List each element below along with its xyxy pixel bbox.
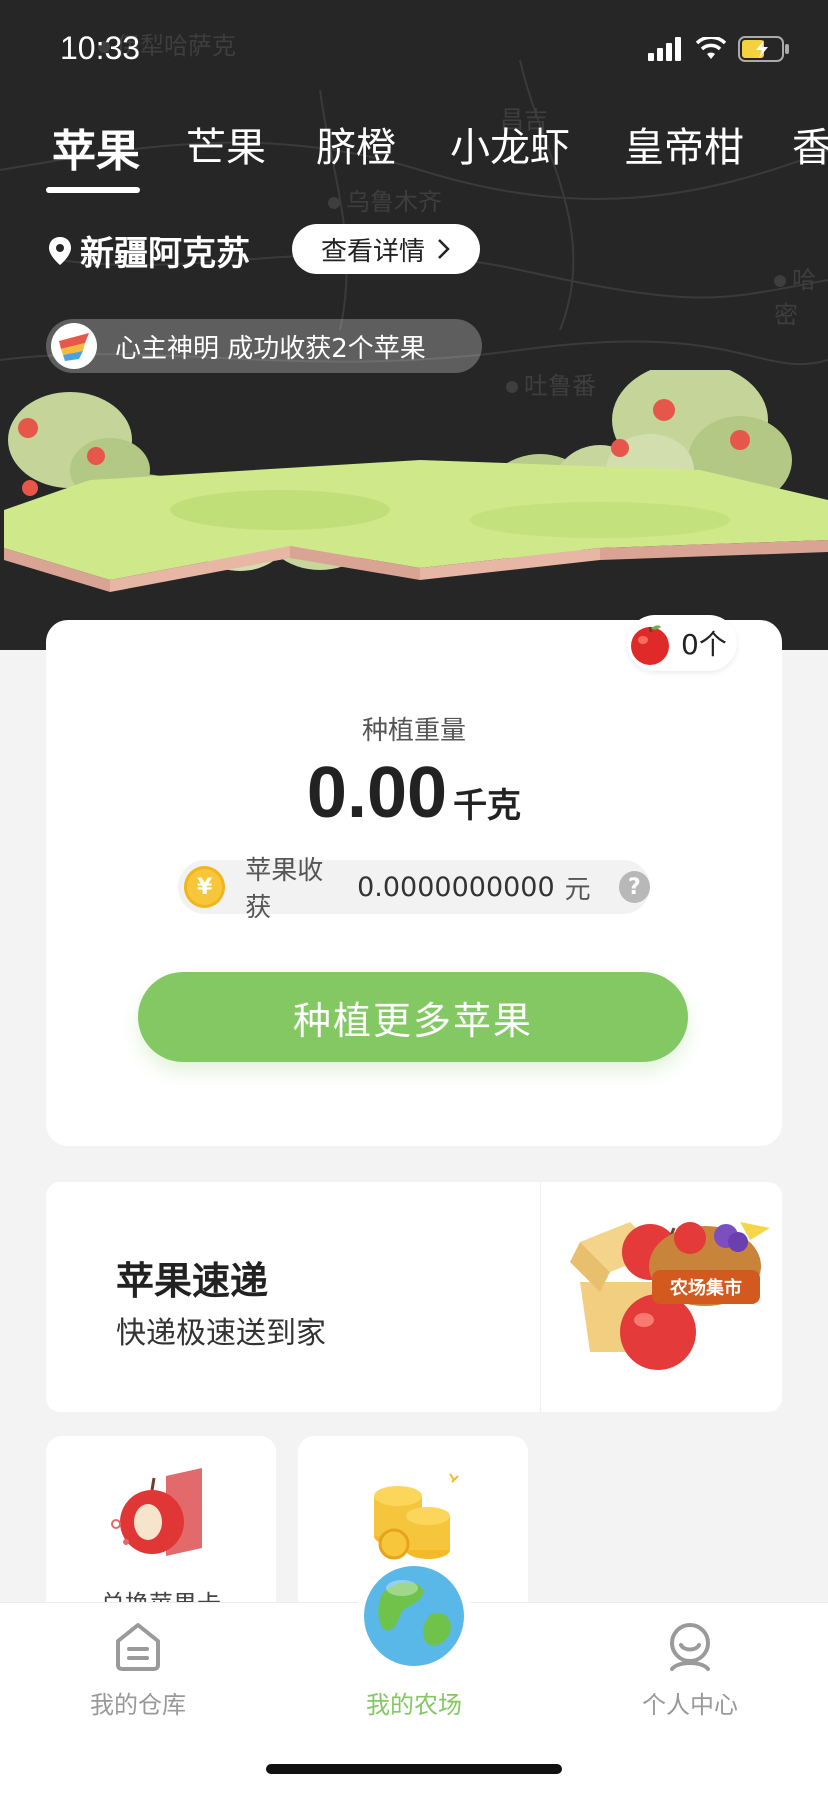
wifi-icon xyxy=(696,37,726,59)
apple-count-badge: 0个 xyxy=(627,615,737,671)
location-pin-icon xyxy=(49,236,71,265)
express-info: 苹果速递 快递极速送到家 xyxy=(46,1182,541,1412)
apple-count-text: 0个 xyxy=(681,628,727,661)
income-row: ¥ 苹果收获 0.0000000000 元 ? xyxy=(178,856,650,923)
category-tabs: 苹果 芒果 脐橙 小龙虾 皇帝柑 香 xyxy=(0,115,828,195)
view-details-label: 查看详情 xyxy=(320,236,425,267)
tab-mango[interactable]: 芒果 xyxy=(186,115,266,173)
globe-icon[interactable] xyxy=(356,1558,472,1674)
weight-label: 种植重量 xyxy=(361,716,466,746)
nav-profile-label: 个人中心 xyxy=(642,1691,738,1719)
farm-market-badge: 农场集市 xyxy=(669,1277,742,1299)
user-icon xyxy=(670,1623,710,1671)
nav-my-farm-label: 我的农场 xyxy=(366,1691,462,1719)
apple-box-icon: 农场集市 xyxy=(570,1222,770,1370)
plant-more-button[interactable]: 种植更多苹果 xyxy=(138,972,688,1062)
status-time: 10:33 xyxy=(60,30,141,66)
tab-emperor-tangerine[interactable]: 皇帝柑 xyxy=(624,115,744,173)
weight-display: 0.00 千克 xyxy=(0,752,828,834)
location-name: 新疆阿克苏 xyxy=(80,234,250,274)
avatar-logo-icon xyxy=(59,333,89,361)
tab-apple[interactable]: 苹果 xyxy=(52,115,140,179)
income-value: 0.0000000000 xyxy=(357,871,555,903)
warehouse-icon xyxy=(116,1623,160,1671)
income-label: 苹果收获 xyxy=(245,856,324,923)
status-icons xyxy=(648,36,790,62)
express-title: 苹果速递 xyxy=(116,1259,269,1303)
income-unit: 元 xyxy=(564,874,591,905)
home-indicator xyxy=(266,1764,562,1774)
battery-icon xyxy=(738,36,789,62)
map-label: 哈密 xyxy=(774,266,816,329)
status-bar: 10:33 xyxy=(0,0,828,96)
harvest-notice: 心主神明 成功收获2个苹果 xyxy=(46,319,482,373)
express-subtitle: 快递极速送到家 xyxy=(116,1316,326,1351)
active-tab-indicator xyxy=(46,187,140,193)
notice-text: 心主神明 成功收获2个苹果 xyxy=(115,333,426,364)
nav-my-warehouse-label: 我的仓库 xyxy=(90,1691,186,1719)
weight-value: 0.00 xyxy=(306,753,448,833)
cellular-signal-icon xyxy=(648,37,681,61)
tab-navel-orange[interactable]: 脐橙 xyxy=(316,115,396,173)
avatar xyxy=(51,323,97,369)
weight-unit: 千克 xyxy=(453,786,522,826)
chevron-right-icon xyxy=(438,239,450,259)
help-icon[interactable]: ? xyxy=(618,871,650,903)
apple-card-icon xyxy=(111,1468,202,1556)
express-banner[interactable]: 苹果速递 快递极速送到家 农场集市 xyxy=(46,1182,782,1412)
coin-icon: ¥ xyxy=(184,866,226,908)
tab-more[interactable]: 香 xyxy=(792,115,828,173)
view-details-button[interactable]: 查看详情 xyxy=(292,224,480,274)
orchard-illustration xyxy=(4,370,828,592)
tab-crayfish[interactable]: 小龙虾 xyxy=(450,115,570,173)
farm-market-illustration[interactable]: 农场集市 xyxy=(540,1182,782,1412)
location: 新疆阿克苏 xyxy=(48,226,250,275)
apple-icon xyxy=(631,625,669,665)
globe-graphic xyxy=(364,1566,464,1666)
